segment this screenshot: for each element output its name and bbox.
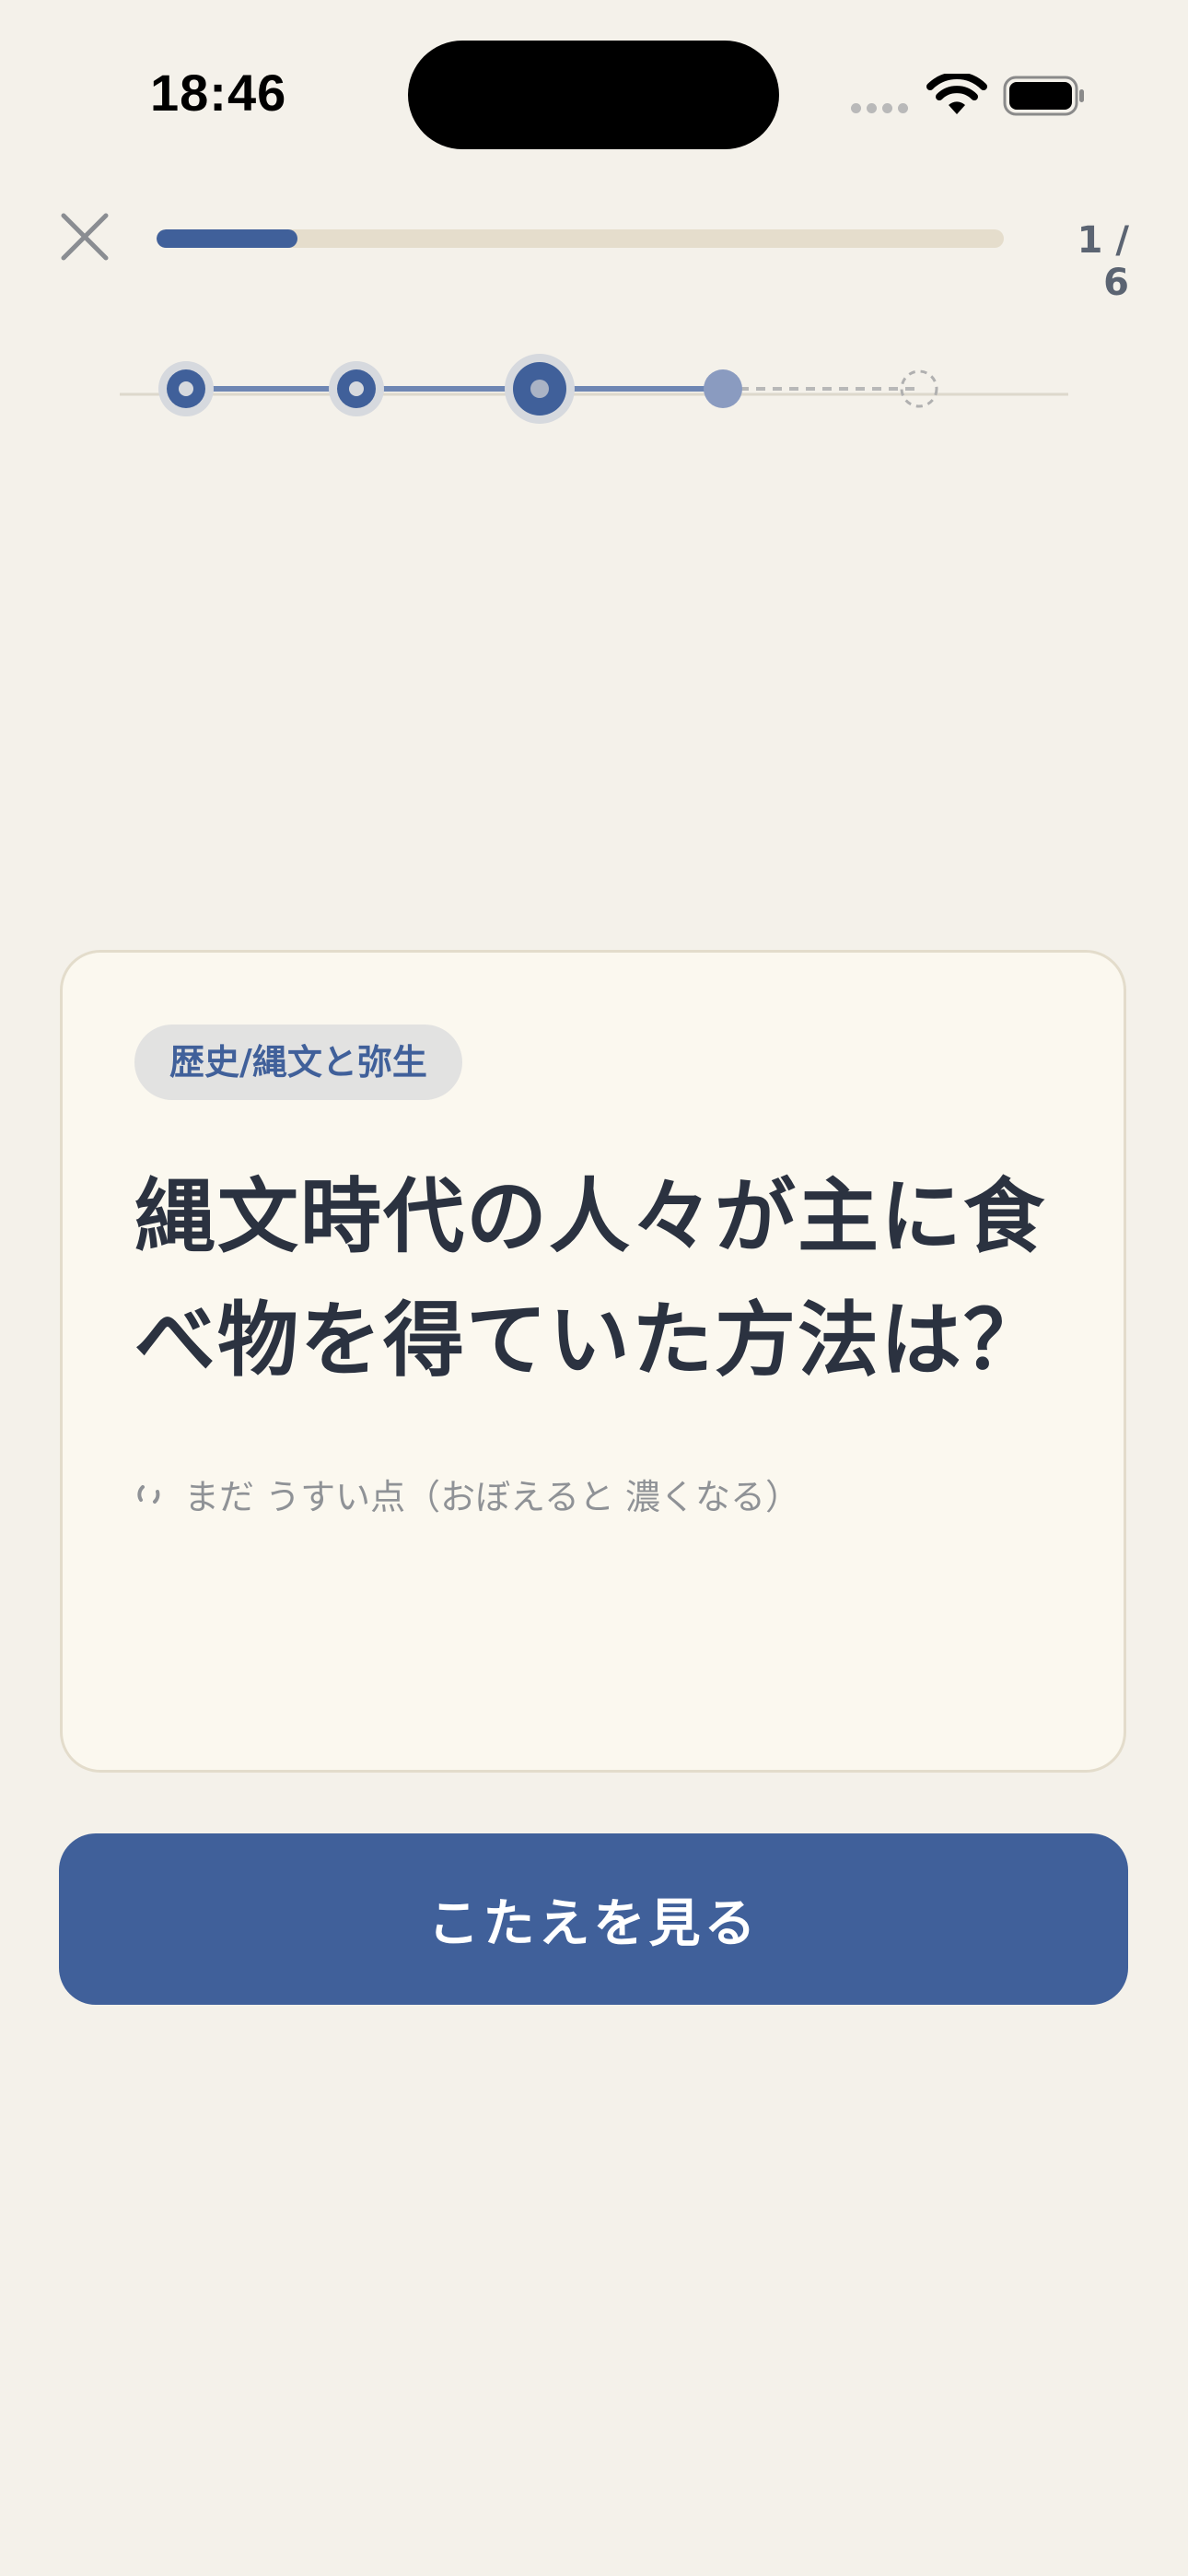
path-step-next [704, 369, 742, 408]
cellular-signal-icon [851, 103, 908, 113]
progress-count: 1 / 6 [1077, 219, 1129, 304]
learning-path [120, 354, 1068, 424]
progress-bar [157, 229, 1004, 248]
close-x-icon [61, 213, 109, 261]
memory-status-text: まだ うすい点（おぼえると 濃くなる） [184, 1477, 801, 1517]
memory-status: まだ うすい点（おぼえると 濃くなる） [134, 1469, 800, 1519]
question-text: 縄文時代の人々が主に食べ物を得ていた方法は？ [134, 1169, 1047, 1388]
path-step-done [329, 361, 384, 416]
progress-bar-fill [157, 229, 297, 248]
path-step-current [505, 354, 575, 424]
battery-icon [1003, 76, 1084, 116]
topic-tag: 歴史/縄文と弥生 [134, 1025, 462, 1100]
dynamic-island [408, 41, 779, 149]
wifi-icon [926, 74, 987, 114]
path-step-done [158, 361, 214, 416]
close-button[interactable] [55, 207, 114, 266]
reveal-answer-button[interactable]: こたえを見る [59, 1833, 1128, 2005]
faint-arc-icon [137, 1484, 160, 1504]
question-card: 歴史/縄文と弥生 縄文時代の人々が主に食べ物を得ていた方法は？ まだ うすい点（… [60, 950, 1126, 1773]
status-time: 18:46 [150, 64, 287, 122]
